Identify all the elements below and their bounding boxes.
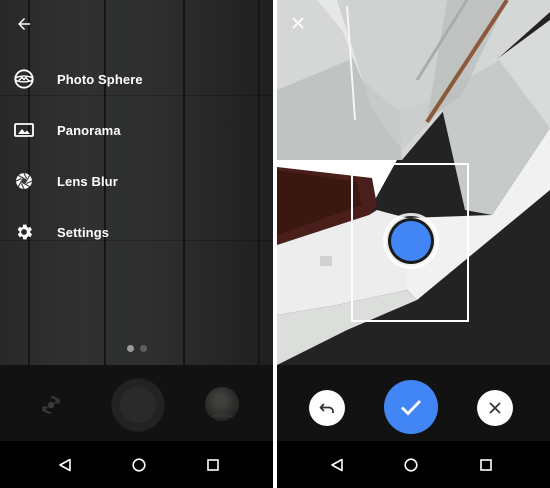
gallery-thumbnail-image xyxy=(211,394,233,417)
check-icon xyxy=(401,400,422,416)
menu-item-lens-blur[interactable]: Lens Blur xyxy=(0,161,273,201)
camera-viewfinder[interactable] xyxy=(277,0,550,365)
shutter-icon xyxy=(120,387,156,423)
undo-icon xyxy=(319,403,334,413)
panorama-icon xyxy=(12,118,36,142)
page-indicator xyxy=(127,345,147,352)
camera-mode-menu-screen: Photo Sphere Panorama Lens Blur Settings xyxy=(0,0,273,488)
arrow-back-icon xyxy=(18,18,30,30)
nav-back-button[interactable] xyxy=(325,453,349,477)
gallery-thumbnail[interactable] xyxy=(205,387,239,421)
undo-button[interactable] xyxy=(309,390,345,426)
close-icon xyxy=(489,402,501,414)
capture-target-dot xyxy=(383,213,439,269)
nav-home-button[interactable] xyxy=(399,453,423,477)
page-dot xyxy=(140,345,147,352)
nav-recents-button[interactable] xyxy=(474,453,498,477)
confirm-capture-button[interactable] xyxy=(384,380,438,434)
menu-item-label: Lens Blur xyxy=(57,173,118,189)
shutter-button[interactable] xyxy=(111,378,165,432)
menu-item-settings[interactable]: Settings xyxy=(0,212,273,252)
nav-recents-icon xyxy=(207,459,219,471)
nav-home-icon xyxy=(404,458,418,472)
lens-blur-icon xyxy=(12,169,36,193)
nav-home-button[interactable] xyxy=(127,453,151,477)
menu-item-label: Panorama xyxy=(57,122,121,138)
camera-controls-bar xyxy=(0,365,273,441)
capture-target-dot-fill xyxy=(391,221,431,261)
menu-item-photo-sphere[interactable]: Photo Sphere xyxy=(0,59,273,99)
menu-item-panorama[interactable]: Panorama xyxy=(0,110,273,150)
menu-item-label: Settings xyxy=(57,224,110,240)
switch-camera-icon xyxy=(42,396,60,414)
nav-back-icon xyxy=(59,458,71,472)
nav-back-button[interactable] xyxy=(53,453,77,477)
photo-sphere-controls-bar xyxy=(277,365,550,441)
nav-recents-icon xyxy=(480,459,492,471)
close-capture-button[interactable] xyxy=(289,14,307,32)
nav-home-icon xyxy=(132,458,146,472)
photo-sphere-capture-screen xyxy=(277,0,550,488)
nav-back-icon xyxy=(331,458,343,472)
switch-camera-button[interactable] xyxy=(38,392,64,418)
close-icon xyxy=(292,17,304,29)
back-arrow-button[interactable] xyxy=(12,12,36,36)
gear-icon xyxy=(12,220,36,244)
system-nav-bar xyxy=(277,441,550,488)
cancel-capture-button[interactable] xyxy=(477,390,513,426)
system-nav-bar xyxy=(0,441,273,488)
page-dot-active xyxy=(127,345,134,352)
nav-recents-button[interactable] xyxy=(201,453,225,477)
menu-item-label: Photo Sphere xyxy=(57,71,143,87)
photo-sphere-icon xyxy=(12,67,36,91)
